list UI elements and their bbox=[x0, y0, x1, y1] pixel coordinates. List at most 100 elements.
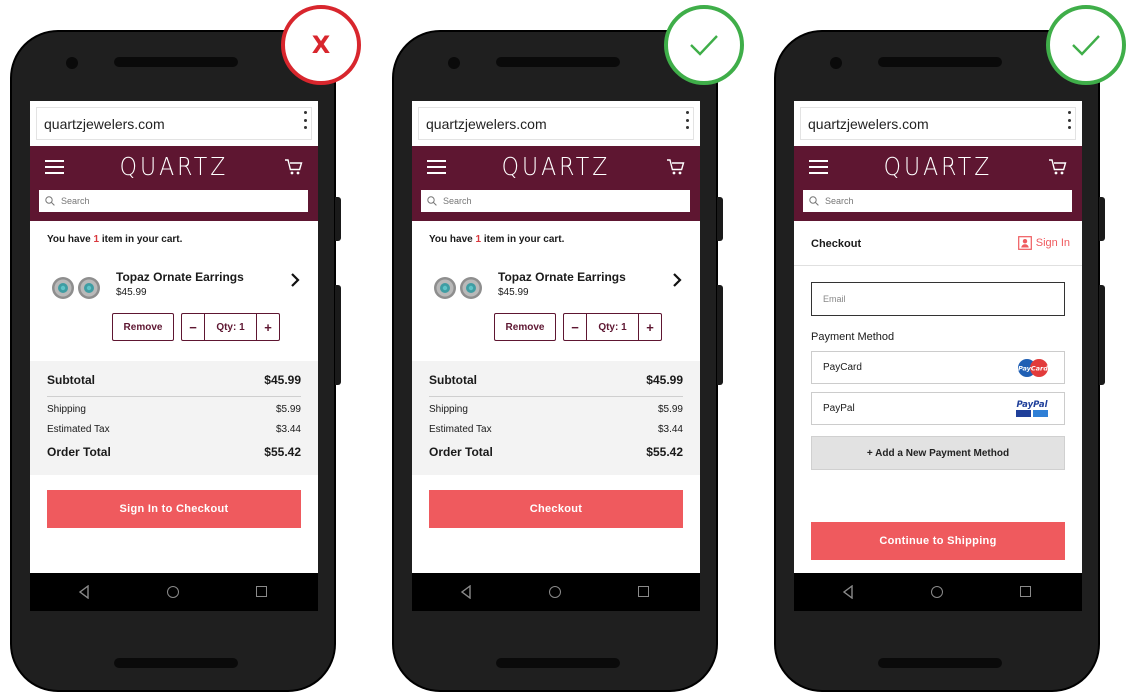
camera bbox=[448, 57, 460, 69]
tax-row: Estimated Tax $3.44 bbox=[47, 424, 301, 435]
total-row: Order Total $55.42 bbox=[429, 445, 683, 459]
qty-value: Qty: 1 bbox=[586, 314, 639, 340]
url-text: quartzjewelers.com bbox=[426, 115, 547, 132]
brand-logo[interactable]: QUARTZ bbox=[794, 153, 1082, 182]
brand-logo[interactable]: QUARTZ bbox=[412, 153, 700, 182]
earrings-image bbox=[52, 277, 100, 299]
qty-increase-button[interactable]: + bbox=[639, 314, 661, 340]
brand-logo[interactable]: QUARTZ bbox=[30, 153, 318, 182]
shipping-row: Shipping $5.99 bbox=[429, 404, 683, 415]
cart-icon[interactable] bbox=[1048, 157, 1068, 177]
sign-in-label: Sign In bbox=[1035, 237, 1070, 249]
paypal-logo-icon: PayPal bbox=[1016, 400, 1049, 417]
speaker bbox=[496, 658, 620, 668]
back-icon[interactable] bbox=[460, 585, 472, 599]
user-icon bbox=[1017, 236, 1032, 250]
screen-checkout: quartzjewelers.com QUARTZ Search Checkou… bbox=[794, 101, 1082, 611]
menu-kebab-icon[interactable] bbox=[1066, 111, 1072, 129]
android-nav-bar bbox=[30, 573, 318, 611]
url-text: quartzjewelers.com bbox=[808, 115, 929, 132]
good-example-check-icon bbox=[664, 5, 744, 85]
sign-in-to-checkout-button[interactable]: Sign In to Checkout bbox=[47, 490, 301, 528]
search-input[interactable]: Search bbox=[421, 190, 690, 212]
url-field[interactable]: quartzjewelers.com bbox=[800, 107, 1076, 140]
good-example-check-icon bbox=[1046, 5, 1126, 85]
browser-bar: quartzjewelers.com bbox=[412, 101, 700, 146]
paycard-label: PayCard bbox=[823, 362, 862, 373]
email-placeholder: Email bbox=[823, 294, 846, 304]
paycard-logo-icon: PayCard bbox=[1018, 358, 1048, 377]
back-icon[interactable] bbox=[842, 585, 854, 599]
continue-to-shipping-button[interactable]: Continue to Shipping bbox=[811, 522, 1065, 560]
svg-text:PayCard: PayCard bbox=[1018, 364, 1048, 372]
phone-frame-2: quartzjewelers.com QUARTZ Search You hav… bbox=[392, 30, 723, 692]
url-field[interactable]: quartzjewelers.com bbox=[418, 107, 694, 140]
checkout-button[interactable]: Checkout bbox=[429, 490, 683, 528]
order-summary: Subtotal $45.99 Shipping $5.99 Estimated T… bbox=[30, 361, 318, 475]
quantity-stepper: − Qty: 1 + bbox=[563, 313, 662, 341]
cart-count-message: You have 1 item in your cart. bbox=[47, 234, 183, 245]
phone-frame-1: quartzjewelers.com QUARTZ Search You hav… bbox=[10, 30, 341, 692]
search-input[interactable]: Search bbox=[39, 190, 308, 212]
qty-decrease-button[interactable]: − bbox=[182, 314, 204, 340]
site-header: QUARTZ Search bbox=[794, 146, 1082, 221]
android-nav-bar bbox=[794, 573, 1082, 611]
product-name[interactable]: Topaz Ornate Earrings bbox=[498, 270, 626, 284]
browser-bar: quartzjewelers.com bbox=[794, 101, 1082, 146]
search-placeholder: Search bbox=[443, 196, 472, 206]
speaker bbox=[114, 57, 238, 67]
volume-button bbox=[335, 285, 341, 385]
url-field[interactable]: quartzjewelers.com bbox=[36, 107, 312, 140]
menu-kebab-icon[interactable] bbox=[302, 111, 308, 129]
product-name[interactable]: Topaz Ornate Earrings bbox=[116, 270, 244, 284]
product-price: $45.99 bbox=[498, 287, 529, 298]
browser-bar: quartzjewelers.com bbox=[30, 101, 318, 146]
remove-button[interactable]: Remove bbox=[112, 313, 174, 341]
total-row: Order Total $55.42 bbox=[47, 445, 301, 459]
search-icon bbox=[45, 196, 55, 206]
cart-icon[interactable] bbox=[284, 157, 304, 177]
email-field[interactable]: Email bbox=[811, 282, 1065, 316]
speaker bbox=[114, 658, 238, 668]
chevron-right-icon[interactable] bbox=[289, 272, 301, 288]
qty-increase-button[interactable]: + bbox=[257, 314, 279, 340]
recents-icon[interactable] bbox=[256, 586, 267, 597]
speaker bbox=[496, 57, 620, 67]
chevron-right-icon[interactable] bbox=[671, 272, 683, 288]
qty-decrease-button[interactable]: − bbox=[564, 314, 586, 340]
tax-row: Estimated Tax $3.44 bbox=[429, 424, 683, 435]
search-input[interactable]: Search bbox=[803, 190, 1072, 212]
cart-icon[interactable] bbox=[666, 157, 686, 177]
menu-kebab-icon[interactable] bbox=[684, 111, 690, 129]
camera bbox=[66, 57, 78, 69]
cart-count-message: You have 1 item in your cart. bbox=[429, 234, 565, 245]
shipping-row: Shipping $5.99 bbox=[47, 404, 301, 415]
volume-button bbox=[717, 285, 723, 385]
home-icon[interactable] bbox=[549, 586, 561, 598]
divider bbox=[47, 396, 301, 397]
power-button bbox=[1099, 197, 1105, 241]
recents-icon[interactable] bbox=[638, 586, 649, 597]
home-icon[interactable] bbox=[167, 586, 179, 598]
volume-button bbox=[1099, 285, 1105, 385]
site-header: QUARTZ Search bbox=[412, 146, 700, 221]
payment-option-paypal[interactable]: PayPal PayPal bbox=[811, 392, 1065, 425]
checkout-title: Checkout bbox=[811, 238, 862, 250]
payment-method-label: Payment Method bbox=[811, 331, 895, 343]
quantity-stepper: − Qty: 1 + bbox=[181, 313, 280, 341]
remove-button[interactable]: Remove bbox=[494, 313, 556, 341]
payment-option-paycard[interactable]: PayCard PayCard bbox=[811, 351, 1065, 384]
search-icon bbox=[427, 196, 437, 206]
site-header: QUARTZ Search bbox=[30, 146, 318, 221]
subtotal-row: Subtotal $45.99 bbox=[47, 373, 301, 387]
add-payment-method-button[interactable]: + Add a New Payment Method bbox=[811, 436, 1065, 470]
bad-example-x-icon: X bbox=[281, 5, 361, 85]
sign-in-link[interactable]: Sign In bbox=[1017, 236, 1070, 250]
home-icon[interactable] bbox=[931, 586, 943, 598]
paypal-label: PayPal bbox=[823, 403, 855, 414]
back-icon[interactable] bbox=[78, 585, 90, 599]
recents-icon[interactable] bbox=[1020, 586, 1031, 597]
phone-frame-3: quartzjewelers.com QUARTZ Search Checkou… bbox=[774, 30, 1105, 692]
svg-text:PayPal: PayPal bbox=[1016, 400, 1048, 410]
divider bbox=[429, 396, 683, 397]
